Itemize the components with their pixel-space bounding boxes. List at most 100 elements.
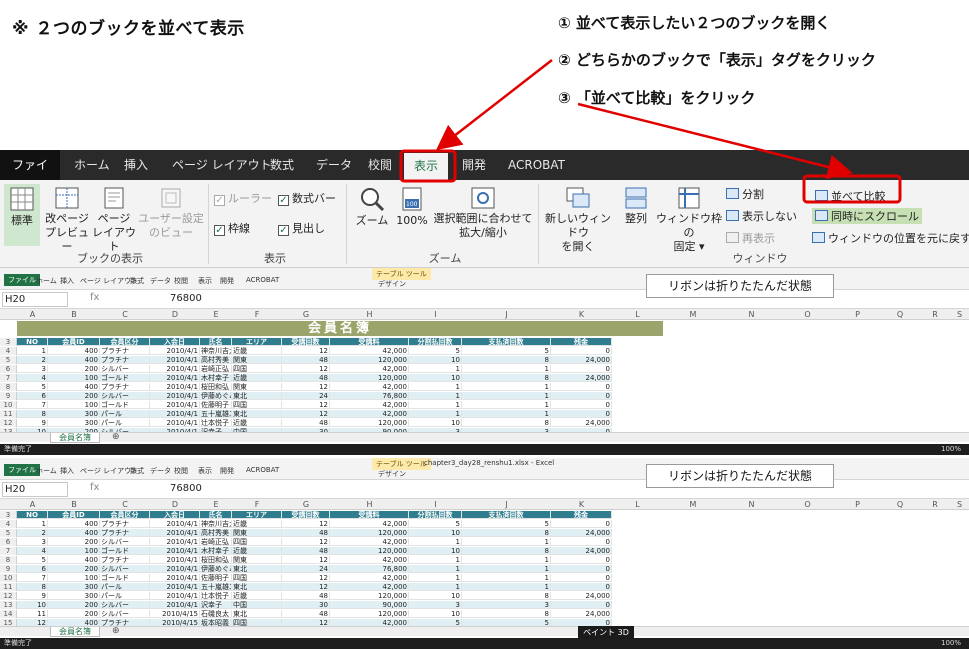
freeze-panes-button[interactable]: ウィンドウ枠の 固定 ▾ (656, 186, 722, 254)
tiny-tab-file[interactable]: ファイル (4, 274, 40, 286)
table-cell[interactable]: シルバー (100, 365, 150, 373)
table-cell[interactable]: 2010/4/1 (150, 538, 200, 546)
row-number[interactable]: 9 (0, 565, 17, 573)
table-cell[interactable]: 100 (48, 401, 100, 409)
column-filter-header[interactable]: エリア (232, 338, 282, 346)
column-filter-header[interactable]: NO (17, 338, 48, 346)
table-cell[interactable]: 1 (462, 401, 551, 409)
table-cell[interactable]: 10 (409, 592, 462, 600)
fx-icon[interactable]: fx (90, 292, 99, 303)
column-header[interactable]: Q (880, 309, 920, 320)
column-header[interactable]: S (950, 499, 969, 510)
table-cell[interactable]: 42,000 (330, 410, 409, 418)
table-cell[interactable]: 関東 (232, 529, 282, 537)
table-cell[interactable]: 24,000 (551, 356, 612, 364)
column-header[interactable]: M (663, 309, 723, 320)
table-cell[interactable]: 12 (282, 538, 330, 546)
table-cell[interactable]: 200 (48, 538, 100, 546)
table-cell[interactable]: 120,000 (330, 547, 409, 555)
tiny-tab-acrobat[interactable]: ACROBAT (246, 466, 279, 474)
worksheet-grid[interactable]: A B C D E F G H I J K L M N O P Q R S 3 NO 会員ID 会員区分 入会日 氏名 エリア 受講… (0, 499, 969, 636)
zoom-button[interactable]: ズーム (352, 186, 392, 228)
table-cell[interactable]: 30 (282, 601, 330, 609)
table-cell[interactable]: 10 (409, 419, 462, 427)
table-cell[interactable]: 300 (48, 419, 100, 427)
table-cell[interactable]: 2010/4/1 (150, 347, 200, 355)
table-cell[interactable]: 9 (17, 592, 48, 600)
tiny-tab-formulas[interactable]: 数式 (130, 276, 144, 286)
table-cell[interactable]: 200 (48, 365, 100, 373)
table-cell[interactable]: 4 (17, 547, 48, 555)
table-cell[interactable]: 五十嵐雄二 (200, 583, 232, 591)
table-cell[interactable]: 120,000 (330, 529, 409, 537)
table-cell[interactable]: 1 (462, 538, 551, 546)
sheet-title-cell[interactable]: 会員名簿 (17, 321, 663, 336)
column-filter-header[interactable]: 受講料 (330, 338, 409, 346)
table-cell[interactable]: 佐藤明子 (200, 401, 232, 409)
table-cell[interactable]: ゴールド (100, 401, 150, 409)
tiny-tab-review[interactable]: 校閲 (174, 276, 188, 286)
row-number[interactable]: 7 (0, 374, 17, 382)
table-cell[interactable]: 10 (409, 547, 462, 555)
table-cell[interactable]: 48 (282, 592, 330, 600)
hide-button[interactable]: 表示しない (726, 208, 797, 224)
table-cell[interactable]: 関東 (232, 383, 282, 391)
table-cell[interactable]: パール (100, 410, 150, 418)
table-cell[interactable]: 岩崎正弘 (200, 365, 232, 373)
column-filter-header[interactable]: 支払済回数 (462, 511, 551, 519)
table-cell[interactable]: 5 (409, 520, 462, 528)
table-cell[interactable]: 42,000 (330, 520, 409, 528)
table-cell[interactable]: 2010/4/1 (150, 410, 200, 418)
column-filter-header[interactable]: 入会日 (150, 511, 200, 519)
table-cell[interactable]: 2010/4/1 (150, 592, 200, 600)
table-cell[interactable]: 伊藤めぐみ (200, 565, 232, 573)
table-cell[interactable]: 関東 (232, 556, 282, 564)
table-cell[interactable]: 300 (48, 592, 100, 600)
table-cell[interactable]: 1 (409, 583, 462, 591)
table-cell[interactable]: 8 (17, 583, 48, 591)
table-cell[interactable]: 1 (462, 556, 551, 564)
table-cell[interactable]: 8 (462, 356, 551, 364)
table-cell[interactable]: 5 (409, 347, 462, 355)
column-header[interactable]: A (17, 499, 48, 510)
table-cell[interactable]: 48 (282, 529, 330, 537)
column-header[interactable]: F (232, 309, 282, 320)
table-cell[interactable]: 5 (17, 556, 48, 564)
table-cell[interactable]: 1 (409, 410, 462, 418)
table-cell[interactable]: 2010/4/1 (150, 383, 200, 391)
table-cell[interactable]: 120,000 (330, 419, 409, 427)
table-cell[interactable]: 四国 (232, 538, 282, 546)
table-cell[interactable]: 0 (551, 347, 612, 355)
table-cell[interactable]: 沢幸子 (200, 601, 232, 609)
sheet-tab[interactable]: 会員名簿 (50, 433, 100, 443)
column-filter-header[interactable]: 支払済回数 (462, 338, 551, 346)
table-cell[interactable]: シルバー (100, 565, 150, 573)
column-header[interactable]: F (232, 499, 282, 510)
table-cell[interactable]: 0 (551, 556, 612, 564)
table-cell[interactable]: 1 (462, 574, 551, 582)
table-cell[interactable]: 5 (462, 520, 551, 528)
add-sheet-icon[interactable]: ⊕ (112, 626, 120, 636)
zoom-to-selection-button[interactable]: 選択範囲に合わせて 拡大/縮小 (430, 186, 536, 240)
column-header[interactable]: J (462, 309, 551, 320)
table-cell[interactable]: 8 (17, 410, 48, 418)
table-cell[interactable]: 8 (462, 374, 551, 382)
headings-checkbox[interactable]: ✓ 見出し (278, 220, 325, 236)
table-cell[interactable]: 高村秀美 (200, 529, 232, 537)
table-cell[interactable]: 2010/4/1 (150, 574, 200, 582)
table-cell[interactable]: 5 (462, 347, 551, 355)
column-header[interactable]: C (100, 499, 150, 510)
table-cell[interactable]: 2010/4/1 (150, 583, 200, 591)
table-cell[interactable]: 0 (551, 401, 612, 409)
zoom-level[interactable]: 100% (941, 638, 961, 649)
table-cell[interactable]: 76,800 (330, 392, 409, 400)
table-cell[interactable]: 42,000 (330, 574, 409, 582)
table-cell[interactable]: 近畿 (232, 592, 282, 600)
gridlines-checkbox[interactable]: ✓ 枠線 (214, 220, 250, 236)
formula-input[interactable]: 76800 (170, 293, 202, 304)
table-cell[interactable]: 42,000 (330, 365, 409, 373)
row-number[interactable]: 11 (0, 410, 17, 418)
table-cell[interactable]: 12 (282, 556, 330, 564)
row-number[interactable]: 9 (0, 392, 17, 400)
table-cell[interactable]: 岩崎正弘 (200, 538, 232, 546)
